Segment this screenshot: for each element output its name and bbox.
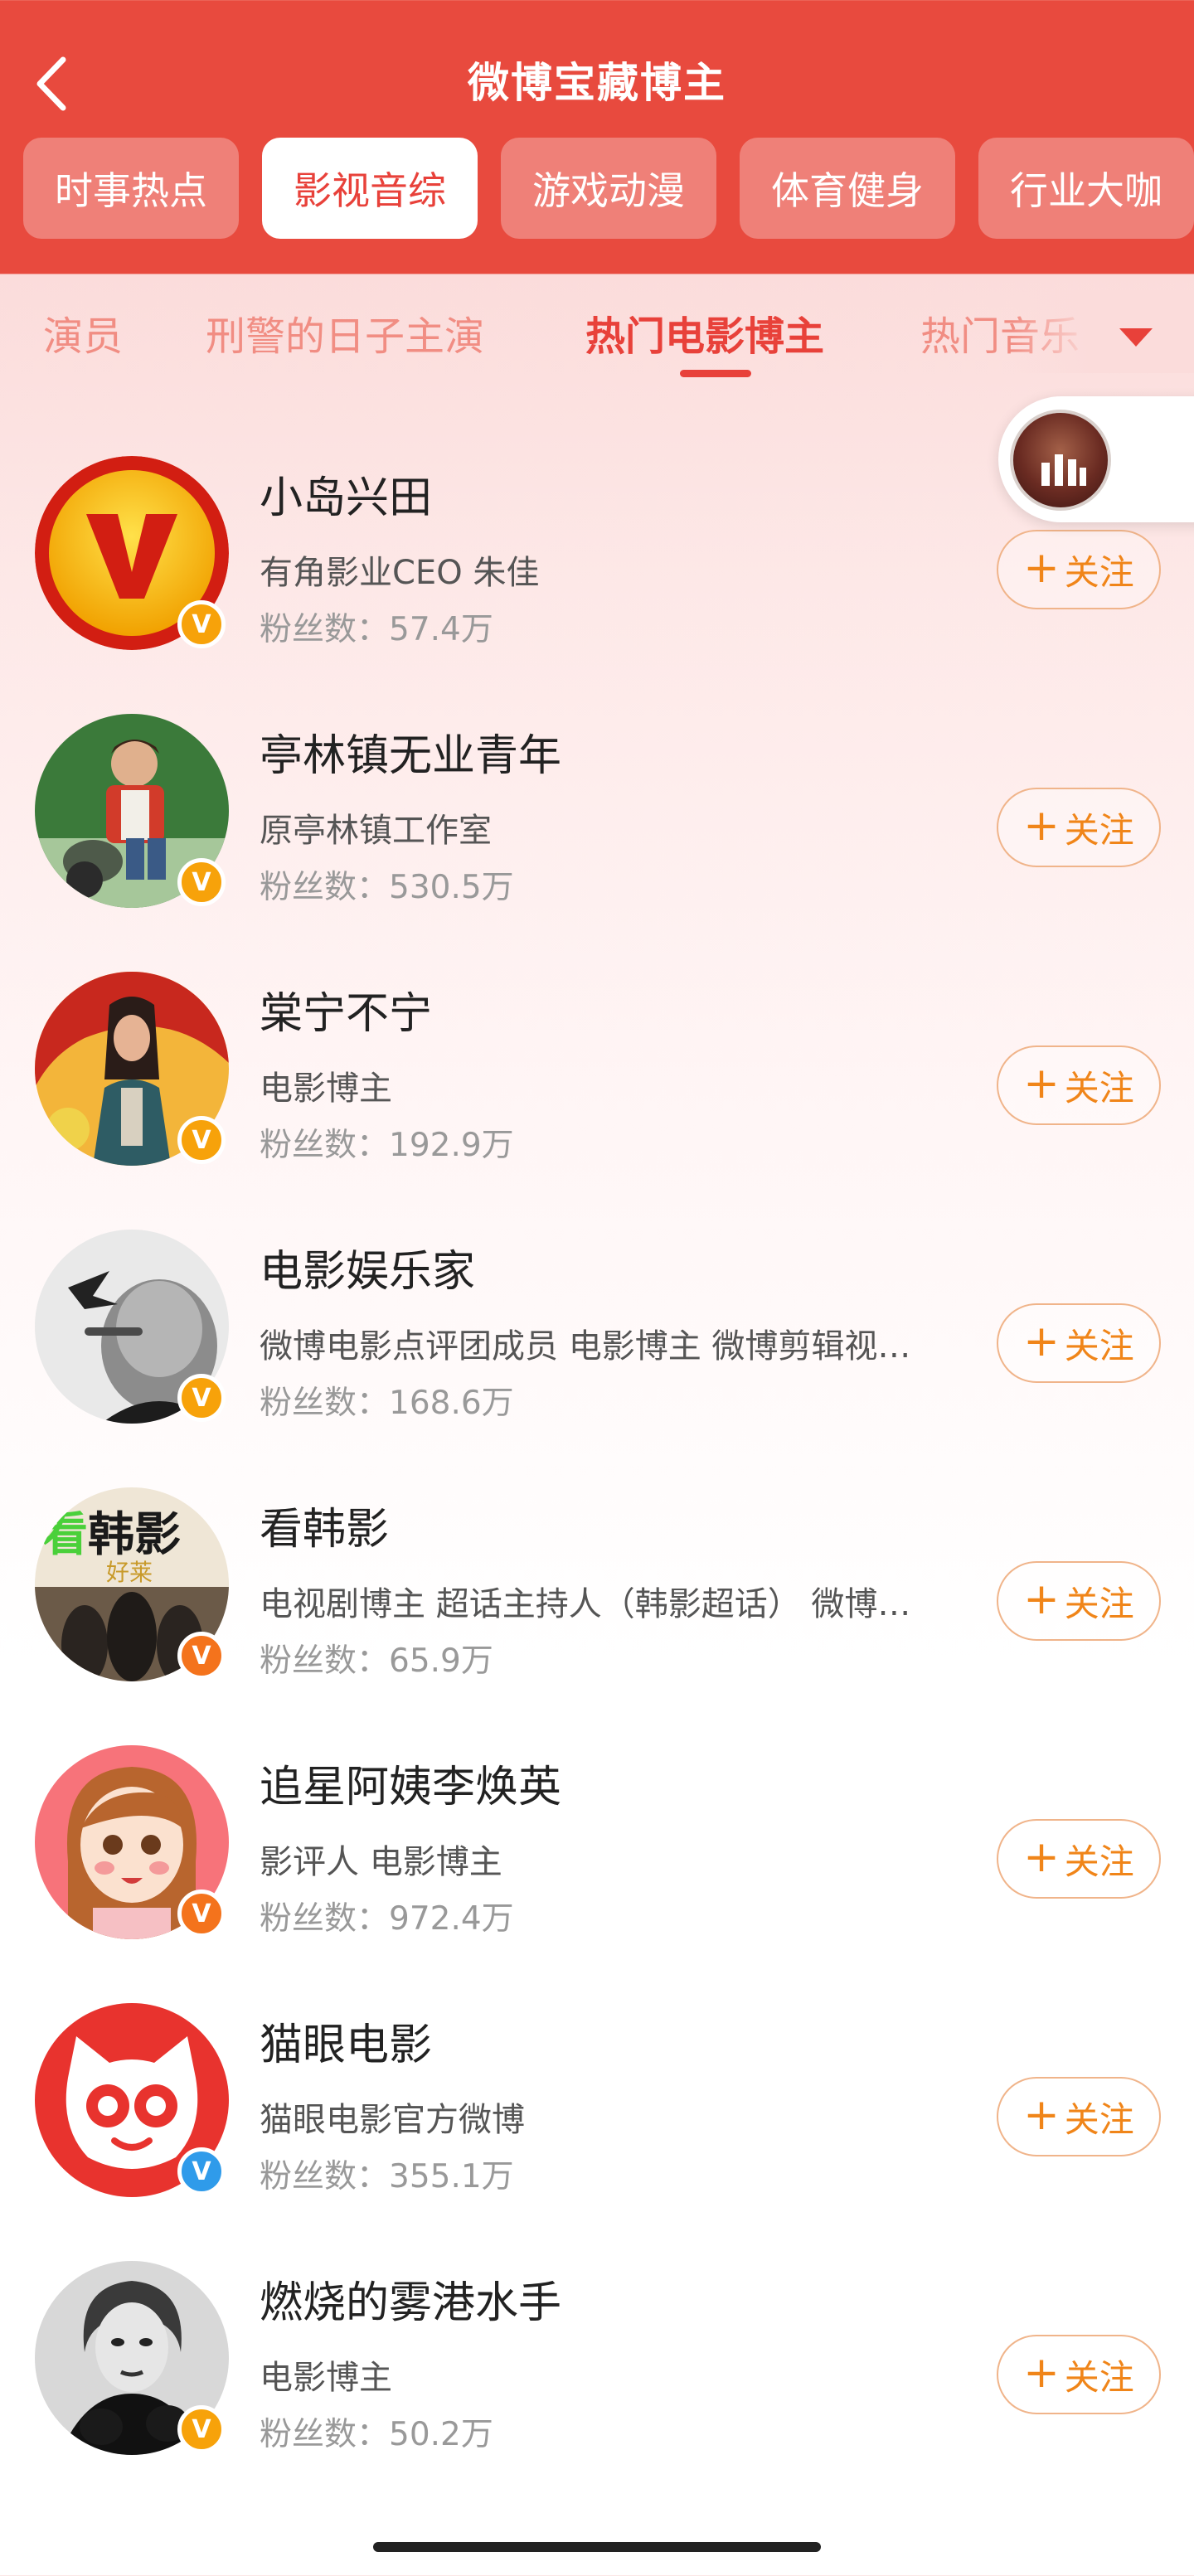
verified-badge-icon: V <box>177 1116 226 1164</box>
verified-badge-icon: V <box>177 1890 226 1938</box>
verified-badge-icon: V <box>177 2147 226 2195</box>
fan-count: 粉丝数：57.4万 <box>260 611 493 648</box>
live-room-thumbnail[interactable] <box>1010 410 1111 511</box>
tab-current-events[interactable]: 时事热点 <box>23 138 239 239</box>
avatar-text-haolai: 好莱 <box>106 1559 153 1586</box>
verified-badge-icon: V <box>177 858 226 906</box>
fan-count: 粉丝数：50.2万 <box>260 2416 493 2453</box>
blogger-name[interactable]: 看韩影 <box>260 1494 389 1556</box>
list-item[interactable]: V 燃烧的雾港水手 电影博主 粉丝数：50.2万 + 关注 <box>0 2219 1194 2477</box>
plus-icon: + <box>1023 1317 1060 1366</box>
blogger-description: 影评人 电影博主 <box>260 1843 502 1881</box>
active-subtab-indicator <box>680 370 751 377</box>
tab-games-anime[interactable]: 游戏动漫 <box>501 138 716 239</box>
fan-count: 粉丝数：192.9万 <box>260 1127 514 1164</box>
plus-icon: + <box>1023 1574 1060 1624</box>
blogger-description: 有角影业CEO 朱佳 <box>260 554 540 592</box>
follow-button[interactable]: + 关注 <box>997 1303 1161 1383</box>
follow-button[interactable]: + 关注 <box>997 1561 1161 1641</box>
follow-button[interactable]: + 关注 <box>997 2335 1161 2414</box>
blogger-name[interactable]: 追星阿姨李焕英 <box>260 1752 561 1814</box>
list-item[interactable]: 看 韩影 好莱 V 看韩影 电视剧博主 超话主持人（韩影超话） 微博… 粉丝数：… <box>0 1446 1194 1704</box>
blogger-name[interactable]: 燃烧的雾港水手 <box>260 2268 561 2330</box>
plus-icon: + <box>1023 1059 1060 1109</box>
list-item[interactable]: V 亭林镇无业青年 原亭林镇工作室 粉丝数：530.5万 + 关注 <box>0 672 1194 930</box>
plus-icon: + <box>1023 2090 1060 2140</box>
blogger-name[interactable]: 小岛兴田 <box>260 463 432 525</box>
blogger-description: 电影博主 <box>260 1070 392 1108</box>
list-item[interactable]: V 猫眼电影 猫眼电影官方微博 粉丝数：355.1万 + 关注 <box>0 1962 1194 2219</box>
list-item[interactable]: V 电影娱乐家 微博电影点评团成员 电影博主 微博剪辑视… 粉丝数：168.6万… <box>0 1188 1194 1446</box>
subtab-police-drama-cast[interactable]: 刑警的日子主演 <box>206 303 484 361</box>
live-bars-icon <box>1041 454 1086 486</box>
blogger-name[interactable]: 电影娱乐家 <box>260 1236 475 1298</box>
fan-count: 粉丝数：355.1万 <box>260 2158 514 2195</box>
fan-count: 粉丝数：972.4万 <box>260 1900 514 1938</box>
blogger-description: 电影博主 <box>260 2359 392 2397</box>
avatar-text-kan: 看 <box>41 1508 88 1562</box>
category-tabs: 时事热点 影视音综 游戏动漫 体育健身 行业大咖 <box>23 138 1194 239</box>
tab-industry-leaders[interactable]: 行业大咖 <box>978 138 1194 239</box>
blogger-description: 微博电影点评团成员 电影博主 微博剪辑视… <box>260 1327 911 1366</box>
follow-button[interactable]: + 关注 <box>997 2077 1161 2156</box>
subtab-fade <box>1012 290 1194 373</box>
follow-button[interactable]: + 关注 <box>997 1819 1161 1899</box>
fan-count: 粉丝数：65.9万 <box>260 1642 493 1680</box>
blogger-name[interactable]: 猫眼电影 <box>260 2010 432 2072</box>
list-item[interactable]: V 棠宁不宁 电影博主 粉丝数：192.9万 + 关注 <box>0 930 1194 1188</box>
plus-icon: + <box>1023 2348 1060 2398</box>
page-title: 微博宝藏博主 <box>468 59 726 107</box>
verified-badge-icon: V <box>177 600 226 648</box>
tab-film-music-variety[interactable]: 影视音综 <box>262 138 478 239</box>
verified-badge-icon: V <box>177 1374 226 1422</box>
blogger-name[interactable]: 棠宁不宁 <box>260 978 432 1041</box>
subtab-hot-movie-bloggers[interactable]: 热门电影博主 <box>585 303 824 361</box>
follow-button[interactable]: + 关注 <box>997 788 1161 867</box>
avatar-text-hanying: 韩影 <box>88 1508 181 1562</box>
fan-count: 粉丝数：168.6万 <box>260 1385 514 1422</box>
subtab-actors[interactable]: 演员 <box>43 303 123 361</box>
floating-live-widget[interactable] <box>998 396 1194 522</box>
plus-icon: + <box>1023 543 1060 593</box>
plus-icon: + <box>1023 801 1060 851</box>
blogger-description: 猫眼电影官方微博 <box>260 2101 525 2139</box>
tab-sports-fitness[interactable]: 体育健身 <box>740 138 955 239</box>
fan-count: 粉丝数：530.5万 <box>260 869 514 906</box>
home-indicator <box>373 2542 821 2552</box>
verified-badge-icon: V <box>177 2405 226 2453</box>
blogger-description: 原亭林镇工作室 <box>260 812 492 850</box>
plus-icon: + <box>1023 1832 1060 1882</box>
dropdown-triangle-icon[interactable] <box>1119 328 1153 347</box>
verified-badge-icon: V <box>177 1632 226 1680</box>
blogger-name[interactable]: 亭林镇无业青年 <box>260 720 561 783</box>
follow-button[interactable]: + 关注 <box>997 530 1161 609</box>
follow-button[interactable]: + 关注 <box>997 1045 1161 1125</box>
blogger-description: 电视剧博主 超话主持人（韩影超话） 微博… <box>260 1585 911 1623</box>
list-item[interactable]: V 追星阿姨李焕英 影评人 电影博主 粉丝数：972.4万 + 关注 <box>0 1704 1194 1962</box>
